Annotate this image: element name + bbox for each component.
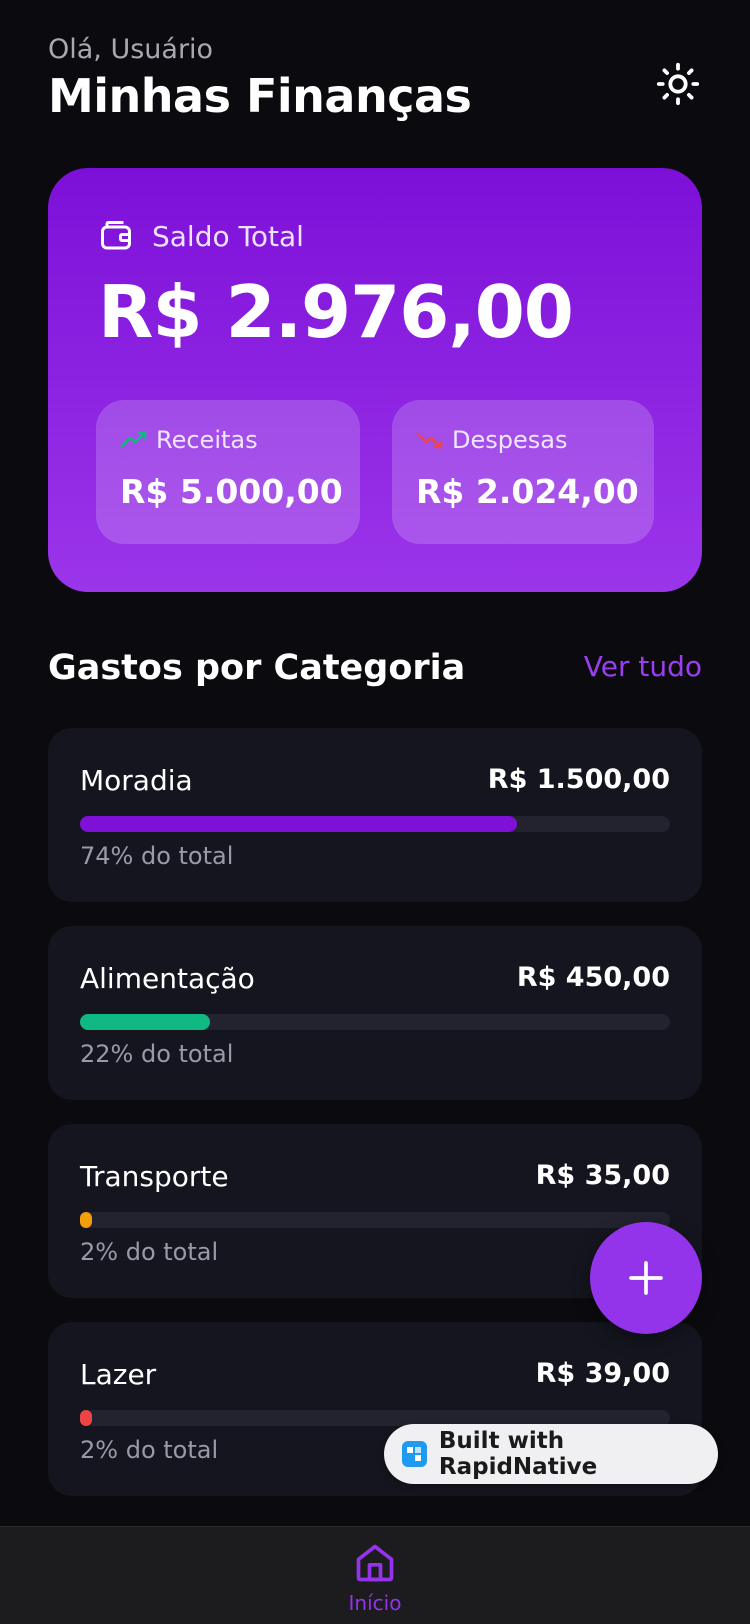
progress-fill	[80, 1014, 210, 1030]
category-amount: R$ 35,00	[535, 1160, 670, 1191]
balance-value: R$ 2.976,00	[98, 270, 574, 354]
wallet-icon	[101, 221, 131, 250]
category-amount: R$ 39,00	[535, 1358, 670, 1389]
income-card: Receitas R$ 5.000,00	[96, 400, 360, 544]
rapidnative-badge-text: Built with RapidNative	[438, 1428, 598, 1480]
expense-card: Despesas R$ 2.024,00	[392, 400, 654, 544]
progress-fill	[80, 1410, 92, 1426]
category-amount: R$ 450,00	[516, 962, 670, 993]
expense-value: R$ 2.024,00	[416, 472, 639, 511]
home-icon	[356, 1544, 394, 1582]
bottom-nav: Início	[0, 1526, 750, 1624]
rapidnative-badge[interactable]: Built with RapidNative	[384, 1424, 718, 1484]
progress-fill	[80, 1212, 92, 1228]
add-transaction-button[interactable]	[590, 1222, 702, 1334]
balance-label: Saldo Total	[152, 219, 304, 253]
section-title: Gastos por Categoria	[48, 648, 466, 688]
trending-down-icon	[416, 432, 443, 449]
category-name: Moradia	[80, 764, 193, 797]
sun-icon	[656, 62, 700, 106]
balance-card: Saldo Total R$ 2.976,00 Receitas R$ 5.00…	[48, 168, 702, 592]
balance-label-row: Saldo Total	[98, 218, 304, 254]
progress-track	[80, 1212, 670, 1228]
nav-tab-home[interactable]: Início	[345, 1541, 405, 1624]
page-title: Minhas Finanças	[48, 69, 472, 123]
category-card-moradia[interactable]: Moradia R$ 1.500,00 74% do total	[48, 728, 702, 902]
category-percent: 2% do total	[80, 1436, 219, 1464]
progress-track	[80, 816, 670, 832]
category-name: Lazer	[80, 1358, 157, 1391]
category-name: Alimentação	[80, 962, 255, 995]
rapidnative-logo-icon	[402, 1441, 427, 1467]
greeting: Olá, Usuário	[48, 34, 214, 65]
plus-icon	[629, 1261, 663, 1295]
progress-track	[80, 1014, 670, 1030]
categories-section-header: Gastos por Categoria Ver tudo	[48, 648, 702, 692]
category-name: Transporte	[80, 1160, 229, 1193]
progress-fill	[80, 816, 517, 832]
category-percent: 2% do total	[80, 1238, 219, 1266]
see-all-link[interactable]: Ver tudo	[584, 650, 702, 683]
income-label: Receitas	[156, 426, 258, 454]
category-card-alimentacao[interactable]: Alimentação R$ 450,00 22% do total	[48, 926, 702, 1100]
header: Olá, Usuário Minhas Finanças	[48, 34, 702, 134]
category-percent: 74% do total	[80, 842, 234, 870]
category-amount: R$ 1.500,00	[487, 764, 670, 795]
trending-up-icon	[120, 431, 147, 448]
nav-home-label: Início	[348, 1591, 402, 1615]
expense-label: Despesas	[452, 426, 568, 454]
income-value: R$ 5.000,00	[120, 472, 343, 511]
category-percent: 22% do total	[80, 1040, 234, 1068]
theme-toggle-button[interactable]	[654, 60, 702, 108]
